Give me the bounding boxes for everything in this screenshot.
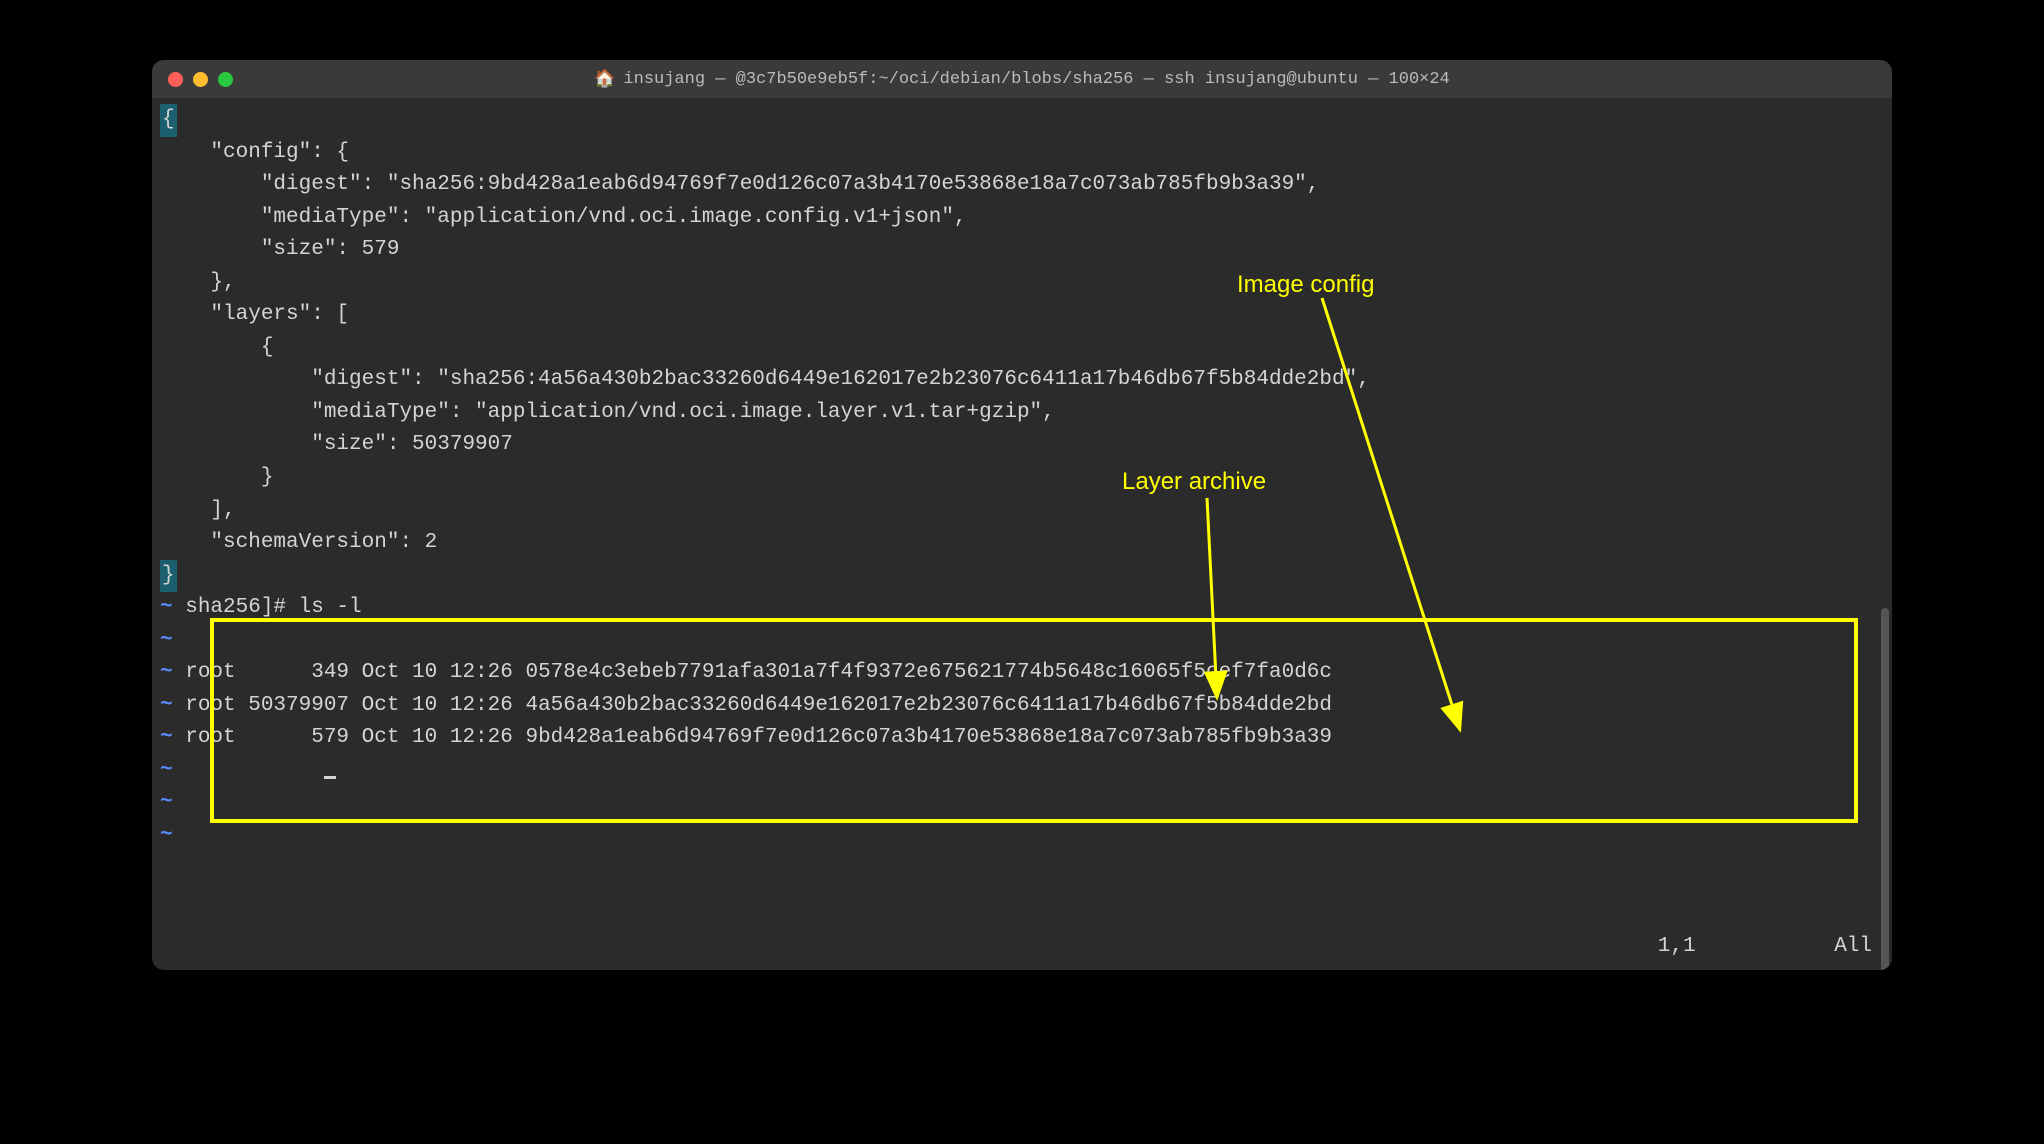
json-line: { (152, 332, 1892, 365)
ls-row: root 50379907 Oct 10 12:26 4a56a430b2bac… (173, 694, 1332, 717)
json-line: "schemaVersion": 2 (152, 527, 1892, 560)
json-line: } (152, 462, 1892, 495)
json-line: }, (152, 267, 1892, 300)
vim-status-line: 1,1 All (1658, 931, 1872, 964)
vim-tilde: ~ (160, 791, 173, 814)
ls-row: root 349 Oct 10 12:26 0578e4c3ebeb7791af… (173, 661, 1332, 684)
json-line: "size": 579 (152, 234, 1892, 267)
vim-tilde: ~ (160, 629, 173, 652)
home-icon: 🏠 (594, 69, 615, 90)
vim-tilde: ~ (160, 726, 173, 749)
json-line: "mediaType": "application/vnd.oci.image.… (152, 397, 1892, 430)
terminal-body[interactable]: { "config": { "digest": "sha256:9bd428a1… (152, 98, 1892, 970)
json-line: "digest": "sha256:4a56a430b2bac33260d644… (152, 364, 1892, 397)
vim-tilde: ~ (160, 759, 173, 782)
vim-tilde: ~ (160, 694, 173, 717)
scroll-position: All (1834, 935, 1872, 958)
ls-row: root 579 Oct 10 12:26 9bd428a1eab6d94769… (173, 726, 1332, 749)
json-line: "size": 50379907 (152, 429, 1892, 462)
vim-tilde: ~ (160, 824, 173, 847)
terminal-window: 🏠 insujang — @3c7b50e9eb5f:~/oci/debian/… (152, 60, 1892, 970)
window-title: 🏠 insujang — @3c7b50e9eb5f:~/oci/debian/… (594, 69, 1450, 90)
traffic-lights (168, 72, 233, 87)
vim-tilde: ~ (160, 596, 173, 619)
minimize-button[interactable] (193, 72, 208, 87)
cursor-position: 1,1 (1658, 935, 1696, 958)
close-button[interactable] (168, 72, 183, 87)
json-open-brace: { (152, 104, 1892, 137)
json-line: "mediaType": "application/vnd.oci.image.… (152, 202, 1892, 235)
json-line: "config": { (152, 137, 1892, 170)
titlebar: 🏠 insujang — @3c7b50e9eb5f:~/oci/debian/… (152, 60, 1892, 98)
cursor (324, 776, 336, 779)
title-text: insujang — @3c7b50e9eb5f:~/oci/debian/bl… (623, 70, 1449, 89)
scrollbar[interactable] (1881, 608, 1889, 970)
maximize-button[interactable] (218, 72, 233, 87)
json-line: ], (152, 495, 1892, 528)
ls-prompt: sha256]# ls -l (173, 596, 362, 619)
json-close-brace: } (152, 560, 1892, 593)
vim-tilde: ~ (160, 661, 173, 684)
json-line: "digest": "sha256:9bd428a1eab6d94769f7e0… (152, 169, 1892, 202)
json-line: "layers": [ (152, 299, 1892, 332)
